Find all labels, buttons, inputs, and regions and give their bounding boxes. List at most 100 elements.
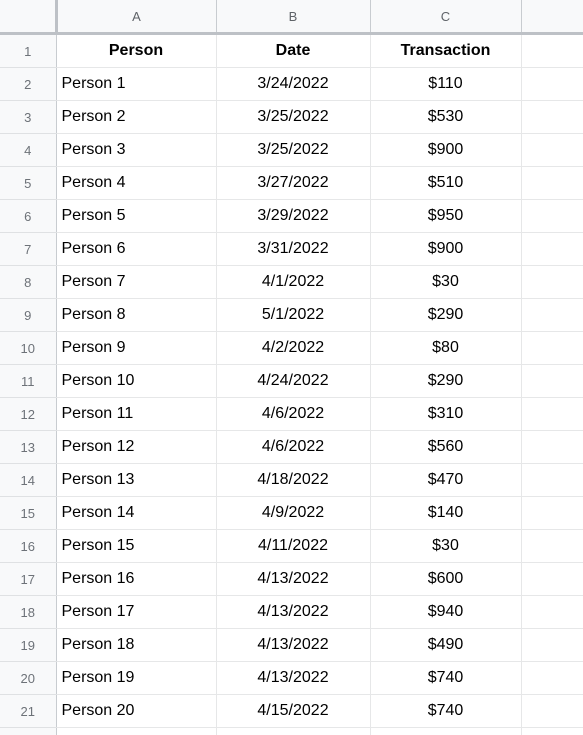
row-number-header[interactable]: 4 [0,133,57,167]
cell-A10[interactable]: Person 9 [56,331,217,365]
cell-D6[interactable] [521,199,583,233]
cell-B20[interactable]: 4/13/2022 [216,661,371,695]
cell-A1[interactable]: Person [56,33,217,68]
row-number-header[interactable]: 16 [0,529,57,563]
cell-B17[interactable]: 4/13/2022 [216,562,371,596]
cell-A9[interactable]: Person 8 [56,298,217,332]
cell-B12[interactable]: 4/6/2022 [216,397,371,431]
row-number-header[interactable]: 8 [0,265,57,299]
spreadsheet-grid[interactable]: ABC 1 Person Date Transaction 2 Person 1 3/24/… [0,0,583,735]
cell-C11[interactable]: $290 [370,364,522,398]
row-number-header[interactable]: 14 [0,463,57,497]
row-number-header[interactable]: 1 [0,33,57,68]
cell-A12[interactable]: Person 11 [56,397,217,431]
cell-A22[interactable] [56,727,217,735]
select-all-corner[interactable] [0,0,58,35]
column-header-c[interactable]: C [370,0,522,35]
column-header-b[interactable]: B [216,0,371,35]
cell-D9[interactable] [521,298,583,332]
cell-B21[interactable]: 4/15/2022 [216,694,371,728]
cell-C2[interactable]: $110 [370,67,522,101]
cell-A5[interactable]: Person 4 [56,166,217,200]
cell-A21[interactable]: Person 20 [56,694,217,728]
cell-A20[interactable]: Person 19 [56,661,217,695]
cell-B7[interactable]: 3/31/2022 [216,232,371,266]
row-number-header[interactable]: 5 [0,166,57,200]
cell-A3[interactable]: Person 2 [56,100,217,134]
cell-B4[interactable]: 3/25/2022 [216,133,371,167]
cell-C12[interactable]: $310 [370,397,522,431]
cell-D21[interactable] [521,694,583,728]
row-number-header[interactable]: 7 [0,232,57,266]
cell-A17[interactable]: Person 16 [56,562,217,596]
cell-C20[interactable]: $740 [370,661,522,695]
cell-B22[interactable] [216,727,371,735]
row-number-header[interactable]: 9 [0,298,57,332]
cell-A7[interactable]: Person 6 [56,232,217,266]
cell-D18[interactable] [521,595,583,629]
cell-B6[interactable]: 3/29/2022 [216,199,371,233]
cell-D7[interactable] [521,232,583,266]
cell-A6[interactable]: Person 5 [56,199,217,233]
cell-C7[interactable]: $900 [370,232,522,266]
cell-A19[interactable]: Person 18 [56,628,217,662]
cell-B11[interactable]: 4/24/2022 [216,364,371,398]
column-header-a[interactable]: A [56,0,217,35]
cell-D5[interactable] [521,166,583,200]
row-number-header[interactable]: 12 [0,397,57,431]
cell-C5[interactable]: $510 [370,166,522,200]
cell-D16[interactable] [521,529,583,563]
cell-B2[interactable]: 3/24/2022 [216,67,371,101]
cell-B1[interactable]: Date [216,33,371,68]
cell-C18[interactable]: $940 [370,595,522,629]
cell-C10[interactable]: $80 [370,331,522,365]
cell-C13[interactable]: $560 [370,430,522,464]
cell-B3[interactable]: 3/25/2022 [216,100,371,134]
cell-D13[interactable] [521,430,583,464]
cell-C9[interactable]: $290 [370,298,522,332]
cell-D11[interactable] [521,364,583,398]
cell-C22[interactable] [370,727,522,735]
cell-B19[interactable]: 4/13/2022 [216,628,371,662]
row-number-header[interactable]: 15 [0,496,57,530]
row-number-header[interactable]: 10 [0,331,57,365]
cell-C8[interactable]: $30 [370,265,522,299]
cell-C6[interactable]: $950 [370,199,522,233]
cell-C16[interactable]: $30 [370,529,522,563]
row-number-header[interactable]: 21 [0,694,57,728]
cell-D8[interactable] [521,265,583,299]
cell-C17[interactable]: $600 [370,562,522,596]
cell-B15[interactable]: 4/9/2022 [216,496,371,530]
cell-A16[interactable]: Person 15 [56,529,217,563]
cell-D14[interactable] [521,463,583,497]
cell-C4[interactable]: $900 [370,133,522,167]
cell-C19[interactable]: $490 [370,628,522,662]
cell-C3[interactable]: $530 [370,100,522,134]
row-number-header[interactable]: 3 [0,100,57,134]
row-number-header[interactable]: 2 [0,67,57,101]
cell-B16[interactable]: 4/11/2022 [216,529,371,563]
row-number-header[interactable]: 18 [0,595,57,629]
cell-D4[interactable] [521,133,583,167]
cell-D12[interactable] [521,397,583,431]
cell-B13[interactable]: 4/6/2022 [216,430,371,464]
row-number-header[interactable]: 6 [0,199,57,233]
column-header-partial[interactable] [521,0,583,35]
cell-A15[interactable]: Person 14 [56,496,217,530]
cell-A14[interactable]: Person 13 [56,463,217,497]
cell-D10[interactable] [521,331,583,365]
cell-B9[interactable]: 5/1/2022 [216,298,371,332]
cell-D20[interactable] [521,661,583,695]
cell-A4[interactable]: Person 3 [56,133,217,167]
cell-D17[interactable] [521,562,583,596]
cell-D15[interactable] [521,496,583,530]
cell-D2[interactable] [521,67,583,101]
cell-D3[interactable] [521,100,583,134]
row-number-header[interactable]: 19 [0,628,57,662]
cell-D22[interactable] [521,727,583,735]
cell-C15[interactable]: $140 [370,496,522,530]
row-number-header[interactable]: 11 [0,364,57,398]
row-number-header[interactable]: 20 [0,661,57,695]
cell-A13[interactable]: Person 12 [56,430,217,464]
cell-A11[interactable]: Person 10 [56,364,217,398]
